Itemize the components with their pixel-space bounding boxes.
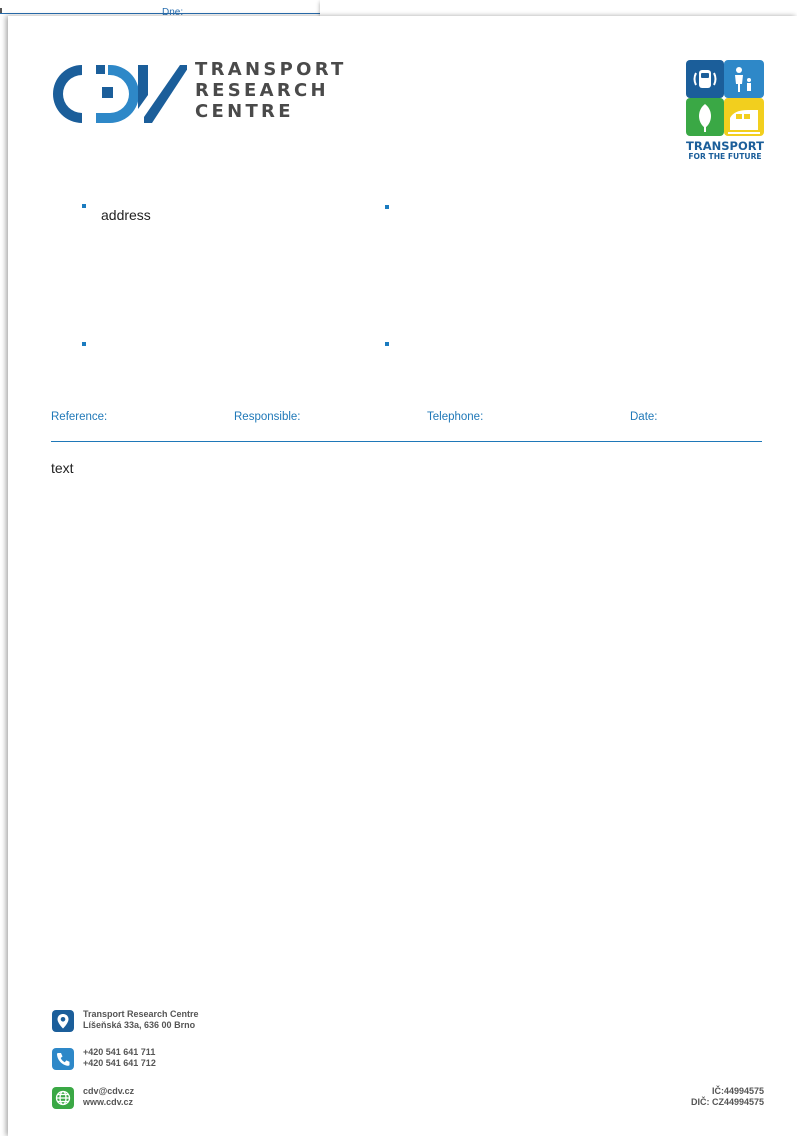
footer-dic: DIČ: CZ44994575: [690, 1097, 764, 1107]
telephone-label: Telephone:: [427, 411, 484, 423]
logo-line-research: RESEARCH: [195, 80, 329, 101]
logo-line-centre: CENTRE: [195, 101, 294, 122]
footer-phone-1: +420 541 641 711: [83, 1047, 156, 1057]
footer-registration: IČ:44994575 DIČ: CZ44994575: [691, 1086, 764, 1108]
letterhead-page: TRANSPORT RESEARCH CENTRE TRANSPORT FOR …: [8, 16, 797, 1136]
badge-title: TRANSPORT: [686, 139, 764, 153]
date-label: Date:: [630, 411, 658, 423]
footer-ic: IČ:44994575: [711, 1086, 764, 1096]
footer-org-name: Transport Research Centre: [83, 1009, 199, 1019]
logo-line-transport: TRANSPORT: [195, 59, 347, 80]
phone-icon: [52, 1048, 74, 1070]
address-marker-bottom-right: [385, 342, 389, 346]
address-marker-top-right: [385, 205, 389, 209]
footer-organisation: Transport Research Centre Líšeňská 33a, …: [83, 1009, 199, 1031]
badge-tiles: [686, 60, 764, 136]
transport-future-badge: TRANSPORT FOR THE FUTURE: [686, 60, 766, 170]
letter-body[interactable]: text: [51, 460, 74, 476]
globe-icon: [52, 1087, 74, 1109]
location-pin-icon: [52, 1010, 74, 1032]
footer-web: cdv@cdv.cz www.cdv.cz: [83, 1086, 134, 1108]
footer-phone-2: +420 541 641 712: [83, 1058, 156, 1068]
footer-phones: +420 541 641 711 +420 541 641 712: [83, 1047, 156, 1069]
address-marker-top-left: [82, 204, 86, 208]
responsible-label: Responsible:: [234, 411, 301, 423]
footer-website: www.cdv.cz: [83, 1097, 134, 1107]
reference-divider: [51, 441, 762, 442]
cdv-logo-wordmark: TRANSPORT RESEARCH CENTRE: [195, 59, 347, 122]
cdv-logo: TRANSPORT RESEARCH CENTRE: [52, 59, 343, 129]
address-field[interactable]: address: [101, 207, 151, 223]
background-page-top: [320, 0, 797, 16]
background-page-rule: [0, 13, 320, 14]
badge-subtitle: FOR THE FUTURE: [688, 152, 762, 161]
cdv-logo-mark: [53, 65, 187, 123]
reference-label: Reference:: [51, 411, 108, 423]
address-marker-bottom-left: [82, 342, 86, 346]
footer-org-address: Líšeňská 33a, 636 00 Brno: [83, 1020, 196, 1030]
footer-email: cdv@cdv.cz: [83, 1086, 135, 1096]
